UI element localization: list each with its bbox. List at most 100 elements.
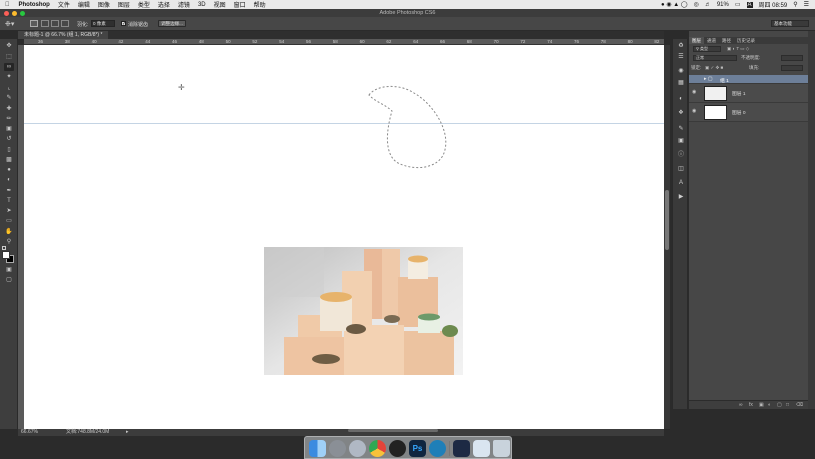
add-mask-icon[interactable]: ▣	[759, 402, 764, 408]
selection-mode-add-icon[interactable]	[41, 20, 49, 27]
layer-style-icon[interactable]: fx	[749, 402, 753, 408]
product-photo[interactable]	[264, 247, 463, 375]
battery-percent[interactable]: 91%	[717, 2, 729, 8]
menu-image[interactable]: 图像	[98, 0, 110, 9]
kind-filter-select[interactable]: ⚲ 类型	[693, 46, 721, 52]
selection-mode-new-icon[interactable]	[30, 20, 38, 27]
document-info[interactable]: 文档:748.8M/24.0M	[66, 429, 109, 436]
healing-tool-icon[interactable]: ✚	[4, 105, 14, 113]
document-canvas[interactable]: ✛	[24, 45, 664, 429]
new-layer-icon[interactable]: □	[786, 402, 789, 408]
eraser-tool-icon[interactable]: ▯	[4, 146, 14, 154]
blur-tool-icon[interactable]: ●	[4, 166, 14, 174]
link-layers-icon[interactable]: ∞	[739, 402, 743, 408]
marquee-tool-icon[interactable]: ⬚	[4, 53, 14, 61]
dodge-tool-icon[interactable]: ◐	[4, 176, 14, 184]
delete-layer-icon[interactable]: ⌫	[796, 402, 803, 408]
apple-icon[interactable]: 	[5, 2, 10, 8]
search-icon[interactable]: ⚲	[793, 1, 797, 8]
menu-filter[interactable]: 滤镜	[178, 0, 190, 9]
styles-panel-icon[interactable]: ❖	[676, 109, 686, 117]
preview-icon[interactable]	[473, 440, 490, 457]
photoshop-icon[interactable]: Ps	[409, 440, 426, 457]
workspace-switcher[interactable]: 基本功能	[771, 20, 809, 27]
edge-browser-icon[interactable]	[429, 440, 446, 457]
selection-mode-subtract-icon[interactable]	[51, 20, 59, 27]
launchpad-icon[interactable]	[349, 440, 366, 457]
layer-row[interactable]: ◉ 图层 1	[689, 84, 808, 103]
layer-comps-panel-icon[interactable]: ◫	[676, 165, 686, 173]
selection-mode-intersect-icon[interactable]	[61, 20, 69, 27]
tab-paths[interactable]: 路径	[719, 37, 734, 44]
type-tool-icon[interactable]: T	[4, 197, 14, 205]
crop-tool-icon[interactable]: ⌞	[4, 84, 14, 92]
visibility-eye-icon[interactable]: ◉	[692, 89, 696, 95]
minimize-window-button[interactable]	[12, 11, 17, 16]
fill-input[interactable]	[781, 65, 803, 71]
quick-mask-icon[interactable]: ▣	[4, 266, 14, 274]
pen-tool-icon[interactable]: ✒	[4, 187, 14, 195]
move-tool-icon[interactable]: ✥	[4, 42, 14, 50]
adjustment-layer-icon[interactable]: ◐	[768, 402, 771, 408]
menu-view[interactable]: 视图	[214, 0, 226, 9]
layer-row-group[interactable]: ▸ ▢ 组 1	[689, 75, 808, 84]
paragraph-panel-icon[interactable]: ▶	[676, 193, 686, 201]
menu-type[interactable]: 类型	[138, 0, 150, 9]
color-panel-icon[interactable]: ◉	[676, 67, 686, 75]
notification-icon[interactable]: ☰	[804, 1, 809, 8]
input-method-icon[interactable]: A	[746, 1, 753, 8]
menu-3d[interactable]: 3D	[198, 2, 206, 8]
menu-select[interactable]: 选择	[158, 0, 170, 9]
adjustments-panel-icon[interactable]: ◐	[676, 95, 686, 103]
shape-tool-icon[interactable]: ▭	[4, 217, 14, 225]
document-tab[interactable]: 未标题-1 @ 66.7% (组 1, RGB/8*) *	[18, 31, 109, 39]
brush-tool-icon[interactable]: ✏	[4, 115, 14, 123]
filter-icons[interactable]: ▣ ◐ T ▭ ◇	[727, 45, 749, 53]
default-colors-icon[interactable]	[2, 246, 6, 250]
refine-edge-button[interactable]: 调整边缘...	[158, 20, 186, 27]
character-panel-icon[interactable]: A	[676, 179, 686, 187]
feather-input[interactable]: 0 像素	[91, 20, 115, 27]
status-menu-arrow-icon[interactable]: ▸	[126, 429, 129, 436]
lasso-selection-outline[interactable]	[364, 81, 454, 173]
history-brush-tool-icon[interactable]: ↺	[4, 135, 14, 143]
clone-source-panel-icon[interactable]: ▣	[676, 137, 686, 145]
eyedropper-tool-icon[interactable]: ✎	[4, 94, 14, 102]
trash-icon[interactable]	[493, 440, 510, 457]
guide-line[interactable]	[24, 123, 664, 124]
lock-icons[interactable]: ▣ ✓ ✥ ■	[705, 64, 723, 72]
tab-history[interactable]: 历史记录	[734, 37, 758, 44]
lasso-tool-preset-icon[interactable]: ❉▾	[5, 20, 14, 28]
wifi-icon[interactable]: ◎	[694, 1, 699, 8]
menu-layer[interactable]: 图层	[118, 0, 130, 9]
lasso-tool-icon[interactable]: ∞	[4, 63, 14, 71]
properties-panel-icon[interactable]: ☰	[676, 53, 686, 61]
foreground-color-swatch[interactable]	[2, 251, 10, 259]
quick-select-tool-icon[interactable]: ✦	[4, 73, 14, 81]
visibility-eye-icon[interactable]: ◉	[692, 108, 696, 114]
app-menu[interactable]: Photoshop	[19, 2, 50, 8]
tab-layers[interactable]: 图层	[689, 37, 704, 44]
opacity-input[interactable]	[781, 55, 803, 61]
zoom-window-button[interactable]	[20, 11, 25, 16]
swatches-panel-icon[interactable]: ▦	[676, 79, 686, 87]
gradient-tool-icon[interactable]: ▩	[4, 156, 14, 164]
brush-panel-icon[interactable]: ✎	[676, 125, 686, 133]
screen-mode-icon[interactable]: ▢	[4, 276, 14, 284]
finder-icon[interactable]	[309, 440, 326, 457]
close-window-button[interactable]	[4, 11, 9, 16]
zoom-level[interactable]: 66.67%	[21, 429, 38, 436]
chrome-icon[interactable]	[369, 440, 386, 457]
layer-row[interactable]: ◉ 图层 0	[689, 103, 808, 122]
vertical-scrollbar[interactable]	[664, 45, 670, 429]
menu-help[interactable]: 帮助	[254, 0, 266, 9]
stamp-tool-icon[interactable]: ▣	[4, 125, 14, 133]
status-icons[interactable]: ● ◉ ▲ ◯	[661, 1, 688, 8]
hand-tool-icon[interactable]: ✋	[4, 228, 14, 236]
blend-mode-select[interactable]: 正常	[693, 55, 737, 61]
tab-channels[interactable]: 通道	[704, 37, 719, 44]
qq-icon[interactable]	[389, 440, 406, 457]
new-group-icon[interactable]: ▢	[777, 402, 782, 408]
horizontal-scroll-thumb[interactable]	[348, 429, 438, 432]
menu-window[interactable]: 窗口	[234, 0, 246, 9]
